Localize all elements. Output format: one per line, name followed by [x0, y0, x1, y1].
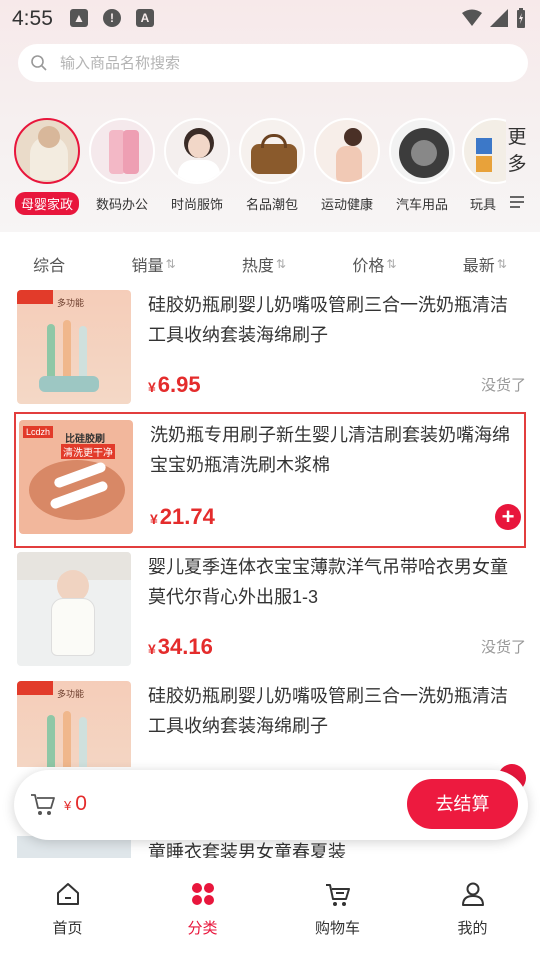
search-input[interactable] — [60, 54, 480, 72]
nav-label: 购物车 — [314, 920, 360, 937]
currency-symbol: ¥ — [148, 379, 156, 395]
category-image — [14, 118, 80, 184]
category-item-6[interactable]: 玩具 — [462, 118, 506, 215]
price-value: 6.95 — [157, 372, 201, 397]
cart-total-value: 0 — [75, 792, 87, 815]
category-label: 汽车用品 — [395, 197, 448, 212]
status-bar: 4:55 ▲ ! A — [0, 0, 540, 36]
product-price: ¥34.16 — [148, 634, 213, 660]
product-price: ¥6.95 — [148, 372, 201, 398]
category-item-3[interactable]: 名品潮包 — [237, 118, 307, 215]
product-title: 硅胶奶瓶刷婴儿奶嘴吸管刷三合一洗奶瓶清洁工具收纳套装海绵刷子 — [148, 295, 508, 345]
menu-list-icon[interactable] — [507, 192, 527, 212]
sort-arrows-icon: ⇅ — [165, 257, 176, 271]
category-label: 时尚服饰 — [170, 197, 223, 212]
product-title: 洗奶瓶专用刷子新生婴儿清洁刷套装奶嘴海绵宝宝奶瓶清洗刷木浆棉 — [150, 425, 510, 475]
user-icon — [461, 882, 484, 906]
product-image-text: 多功能 — [57, 689, 85, 699]
category-label: 数码办公 — [95, 197, 148, 212]
sort-price[interactable]: 价格 ⇅ — [352, 252, 396, 276]
currency-symbol: ¥ — [148, 641, 156, 657]
category-image — [89, 118, 155, 184]
product-row[interactable]: 多功能 硅胶奶瓶刷婴儿奶嘴吸管刷三合一洗奶瓶清洁工具收纳套装海绵刷子 ¥6.95… — [14, 286, 526, 412]
sort-label: 最新 — [462, 258, 495, 275]
category-item-0[interactable]: 母婴家政 — [12, 118, 82, 215]
sort-label: 综合 — [33, 258, 66, 275]
add-to-cart-button[interactable]: + — [495, 504, 521, 530]
product-row[interactable]: 多功能 硅胶奶瓶刷婴儿奶嘴吸管刷三合一洗奶瓶清洁工具收纳套装海绵刷子 — [14, 677, 526, 767]
category-label: 运动健康 — [320, 197, 373, 212]
wifi-icon — [462, 9, 482, 26]
product-price: ¥21.74 — [150, 504, 215, 530]
product-row-selected[interactable]: Lcdzh 比硅胶刷 清洗更干净 洗奶瓶专用刷子新生婴儿清洁刷套装奶嘴海绵宝宝奶… — [14, 412, 526, 548]
product-title: 硅胶奶瓶刷婴儿奶嘴吸管刷三合一洗奶瓶清洁工具收纳套装海绵刷子 — [148, 686, 508, 736]
sort-sales[interactable]: 销量 ⇅ — [132, 252, 176, 276]
home-icon — [56, 883, 79, 905]
out-of-stock-label: 没货了 — [480, 377, 526, 394]
currency-symbol: ¥ — [64, 798, 72, 813]
status-time: 4:55 — [12, 7, 53, 30]
cart-icon[interactable] — [30, 792, 56, 816]
bottom-nav: 首页 分类 购物车 我的 — [0, 858, 540, 960]
category-label: 名品潮包 — [245, 197, 298, 212]
category-grid-icon — [191, 883, 214, 905]
product-image-text: Lcdzh — [23, 426, 54, 438]
sort-label: 销量 — [131, 258, 164, 275]
status-right-icons — [462, 8, 526, 28]
category-image — [462, 118, 506, 184]
nav-label: 分类 — [187, 920, 218, 937]
sort-arrows-icon: ⇅ — [275, 257, 286, 271]
currency-symbol: ¥ — [150, 511, 158, 527]
nav-label: 首页 — [52, 920, 83, 937]
category-item-1[interactable]: 数码办公 — [87, 118, 157, 215]
sort-arrows-icon: ⇅ — [496, 257, 507, 271]
product-row[interactable]: 婴儿夏季连体衣宝宝薄款洋气吊带哈衣男女童莫代尔背心外出服1-3 ¥34.16 没… — [14, 548, 526, 674]
cart-icon — [325, 884, 350, 906]
image-notification-icon: ▲ — [70, 9, 88, 27]
checkout-button[interactable]: 去结算 — [407, 779, 518, 829]
cart-bar: ¥0 去结算 — [14, 770, 528, 840]
sort-bar: 综合 销量 ⇅ 热度 ⇅ 价格 ⇅ 最新 ⇅ — [0, 244, 540, 284]
cart-total: ¥0 — [64, 792, 87, 816]
product-image: 多功能 — [17, 290, 131, 404]
sort-label: 价格 — [352, 258, 385, 275]
keyboard-notification-icon: A — [136, 9, 154, 27]
price-value: 34.16 — [157, 634, 213, 659]
product-image-text: 多功能 — [57, 298, 85, 308]
nav-profile[interactable]: 我的 — [405, 858, 540, 960]
nav-cart[interactable]: 购物车 — [270, 858, 405, 960]
product-image-text: 比硅胶刷 — [65, 434, 105, 445]
category-item-2[interactable]: 时尚服饰 — [162, 118, 232, 215]
nav-label: 我的 — [457, 920, 488, 937]
category-image — [164, 118, 230, 184]
category-image — [389, 118, 455, 184]
alert-notification-icon: ! — [103, 9, 121, 27]
category-label: 玩具 — [469, 197, 496, 212]
product-image — [17, 552, 131, 666]
out-of-stock-label: 没货了 — [480, 639, 526, 656]
category-label: 母婴家政 — [14, 192, 79, 215]
price-value: 21.74 — [159, 504, 215, 529]
category-image — [314, 118, 380, 184]
sort-newest[interactable]: 最新 ⇅ — [463, 252, 507, 276]
sort-popularity[interactable]: 热度 ⇅ — [242, 252, 286, 276]
category-item-4[interactable]: 运动健康 — [312, 118, 382, 215]
product-title: 婴儿夏季连体衣宝宝薄款洋气吊带哈衣男女童莫代尔背心外出服1-3 — [148, 557, 508, 607]
product-image-text: 清洗更干净 — [61, 444, 115, 459]
category-image — [239, 118, 305, 184]
more-categories-button[interactable]: 更多 — [505, 124, 529, 178]
product-image: 多功能 — [17, 681, 131, 767]
product-image: Lcdzh 比硅胶刷 清洗更干净 — [19, 420, 133, 534]
search-icon — [31, 55, 47, 71]
nav-category[interactable]: 分类 — [135, 858, 270, 960]
sort-comprehensive[interactable]: 综合 — [33, 252, 65, 276]
signal-icon — [490, 9, 508, 27]
battery-icon — [517, 8, 525, 28]
search-bar[interactable] — [18, 44, 528, 82]
nav-home[interactable]: 首页 — [0, 858, 135, 960]
sort-arrows-icon: ⇅ — [386, 257, 397, 271]
sort-label: 热度 — [241, 258, 274, 275]
category-item-5[interactable]: 汽车用品 — [387, 118, 457, 215]
